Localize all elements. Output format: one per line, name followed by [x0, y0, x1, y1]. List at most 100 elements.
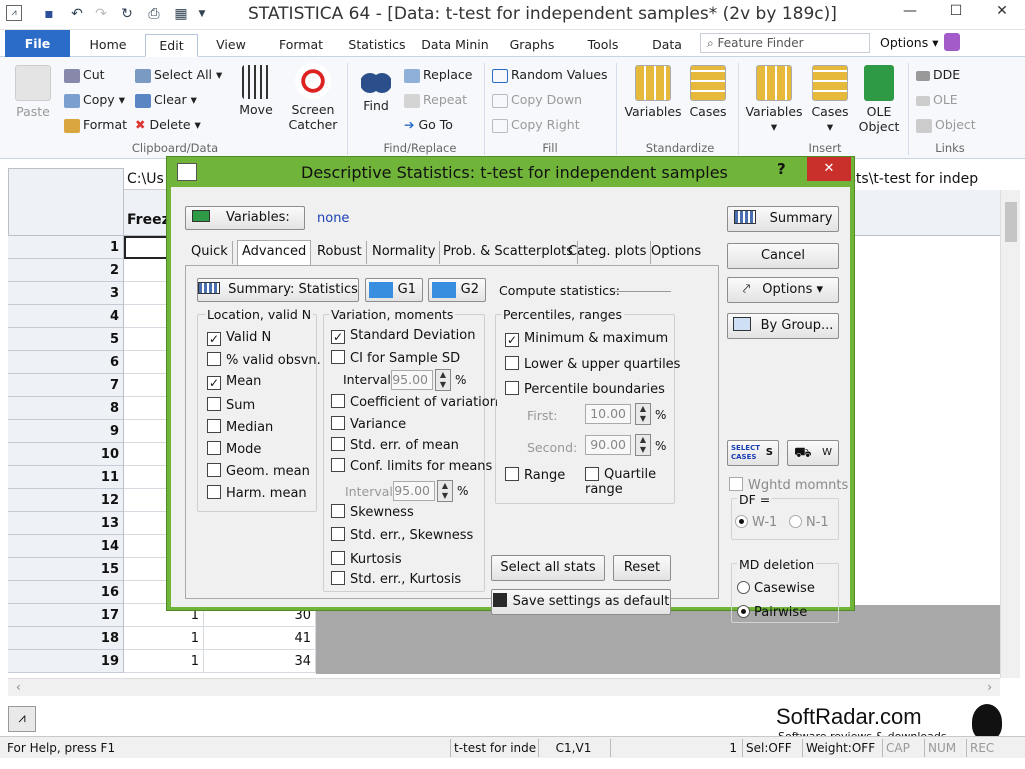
interval-field-1[interactable]: 95.00	[391, 370, 433, 390]
row-header[interactable]: 2	[8, 259, 124, 282]
quartile-range-checkbox[interactable]: Quartile range	[585, 467, 665, 497]
redo-icon[interactable]: ↷	[92, 5, 110, 23]
scroll-right-icon[interactable]: ›	[987, 680, 992, 694]
scroll-thumb[interactable]	[1005, 202, 1017, 242]
stat-checkbox[interactable]: ✓ Valid N	[207, 330, 271, 346]
repeat-button[interactable]: Repeat	[404, 92, 467, 108]
tab-tools[interactable]: Tools	[578, 34, 628, 57]
tab-graphs[interactable]: Graphs	[505, 34, 559, 57]
tab-format[interactable]: Format	[272, 34, 330, 57]
row-header[interactable]: 17	[8, 604, 124, 627]
tab-data-mining[interactable]: Data Minin	[418, 34, 492, 57]
stat-checkbox[interactable]: Kurtosis	[331, 551, 402, 567]
stat-checkbox[interactable]: Geom. mean	[207, 463, 310, 479]
table-cell[interactable]: 1	[124, 650, 204, 673]
table-cell[interactable]: 1	[124, 627, 204, 650]
vertical-scrollbar[interactable]	[1000, 190, 1020, 678]
stat-checkbox[interactable]: Sum	[207, 396, 255, 413]
tab-normality[interactable]: Normality	[368, 241, 441, 264]
stat-checkbox[interactable]: ✓ Mean	[207, 374, 261, 391]
qat-dropdown-icon[interactable]: ▼	[193, 5, 211, 23]
tab-categ-plots[interactable]: Categ. plots	[564, 241, 652, 264]
tab-statistics[interactable]: Statistics	[345, 34, 409, 57]
interval-field-2[interactable]: 95.00	[393, 481, 435, 501]
stat-checkbox[interactable]: Std. err., Skewness	[331, 527, 473, 543]
close-button[interactable]: ✕	[979, 0, 1025, 22]
select-cases-button[interactable]: SELECT CASES S	[727, 440, 779, 466]
find-button[interactable]: Find	[356, 65, 396, 113]
corner-cell[interactable]	[8, 168, 124, 236]
table-cell[interactable]: 41	[204, 627, 316, 650]
delete-button[interactable]: ✖ Delete ▾	[135, 117, 201, 132]
minimize-button[interactable]: —	[887, 0, 933, 22]
stat-checkbox[interactable]: Skewness	[331, 504, 414, 520]
first-spinner[interactable]: ▲ ▼	[635, 403, 651, 425]
row-header[interactable]: 15	[8, 558, 124, 581]
g2-button[interactable]: G2	[428, 278, 486, 302]
row-header[interactable]: 16	[8, 581, 124, 604]
interval-spinner-1[interactable]: ▲ ▼	[435, 369, 451, 391]
row-header[interactable]: 6	[8, 351, 124, 374]
user-icon[interactable]	[944, 33, 960, 51]
print-icon[interactable]: ⎙	[145, 5, 163, 23]
dde-button[interactable]: DDE	[916, 67, 960, 82]
weight-button[interactable]: ⛟ W	[787, 440, 839, 466]
row-header[interactable]: 14	[8, 535, 124, 558]
stat-checkbox[interactable]: Std. err. of mean	[331, 437, 459, 453]
stat-checkbox[interactable]: ✓ Standard Deviation	[331, 328, 475, 344]
app-icon[interactable]: ⩘	[6, 5, 22, 21]
df-n1-radio[interactable]: N-1	[789, 515, 829, 530]
row-header[interactable]: 1	[8, 236, 124, 259]
variables-button[interactable]: Variables:	[185, 206, 305, 230]
summary-statistics-button[interactable]: Summary: Statistics	[197, 278, 359, 302]
options-menu[interactable]: Options ▾	[880, 35, 938, 50]
stat-checkbox[interactable]: Harm. mean	[207, 485, 307, 501]
percentile-boundaries-checkbox[interactable]: Percentile boundaries	[505, 381, 665, 397]
dialog-close-button[interactable]: ✕	[807, 157, 851, 181]
feature-finder-input[interactable]: ⌕ Feature Finder	[700, 33, 870, 53]
stat-checkbox[interactable]: Coefficient of variation	[331, 394, 498, 410]
ole-object-button[interactable]: OLE Object	[856, 65, 902, 134]
second-spinner[interactable]: ▲ ▼	[635, 434, 651, 456]
copy-button[interactable]: Copy ▾	[64, 92, 125, 108]
by-group-button[interactable]: By Group...	[727, 313, 839, 339]
maximize-button[interactable]: ☐	[933, 0, 979, 22]
format-button[interactable]: Format	[64, 117, 127, 133]
row-header[interactable]: 19	[8, 650, 124, 673]
row-header[interactable]: 9	[8, 420, 124, 443]
g1-button[interactable]: G1	[365, 278, 423, 302]
df-w1-radio[interactable]: W-1	[735, 515, 777, 530]
tab-advanced[interactable]: Advanced	[237, 240, 312, 265]
clear-button[interactable]: Clear ▾	[135, 92, 197, 108]
horizontal-scrollbar[interactable]: ‹ ›	[8, 678, 1000, 696]
stat-checkbox[interactable]: Conf. limits for means	[331, 458, 492, 474]
stat-checkbox[interactable]: Std. err., Kurtosis	[331, 571, 461, 587]
copy-right-button[interactable]: Copy Right	[492, 117, 580, 133]
tab-home[interactable]: Home	[82, 34, 134, 57]
tab-file[interactable]: File	[5, 30, 70, 57]
undo-icon[interactable]: ↶	[68, 5, 86, 23]
casewise-radio[interactable]: Casewise	[737, 581, 815, 596]
std-variables-button[interactable]: Variables	[624, 65, 682, 119]
tab-prob-scatterplots[interactable]: Prob. & Scatterplots	[439, 241, 578, 264]
row-header[interactable]: 13	[8, 512, 124, 535]
help-button[interactable]: ?	[777, 160, 786, 178]
tab-data[interactable]: Data	[643, 34, 691, 57]
row-header[interactable]: 4	[8, 305, 124, 328]
row-header[interactable]: 8	[8, 397, 124, 420]
stat-checkbox[interactable]: Mode	[207, 441, 261, 457]
save-icon[interactable]: ▪	[40, 5, 58, 23]
replace-button[interactable]: Replace	[404, 67, 472, 83]
minmax-checkbox[interactable]: ✓ Minimum & maximum	[505, 331, 668, 347]
select-all-stats-button[interactable]: Select all stats	[491, 555, 605, 581]
pairwise-radio[interactable]: Pairwise	[737, 605, 807, 620]
row-header[interactable]: 5	[8, 328, 124, 351]
interval-spinner-2[interactable]: ▲ ▼	[437, 480, 453, 502]
stat-checkbox[interactable]: Variance	[331, 416, 406, 432]
random-values-button[interactable]: Random Values	[492, 67, 608, 83]
table-cell[interactable]: 34	[204, 650, 316, 673]
goto-button[interactable]: ➔ Go To	[404, 117, 453, 132]
paste-button[interactable]: Paste	[12, 65, 54, 119]
row-header[interactable]: 7	[8, 374, 124, 397]
tab-edit[interactable]: Edit	[145, 34, 198, 57]
